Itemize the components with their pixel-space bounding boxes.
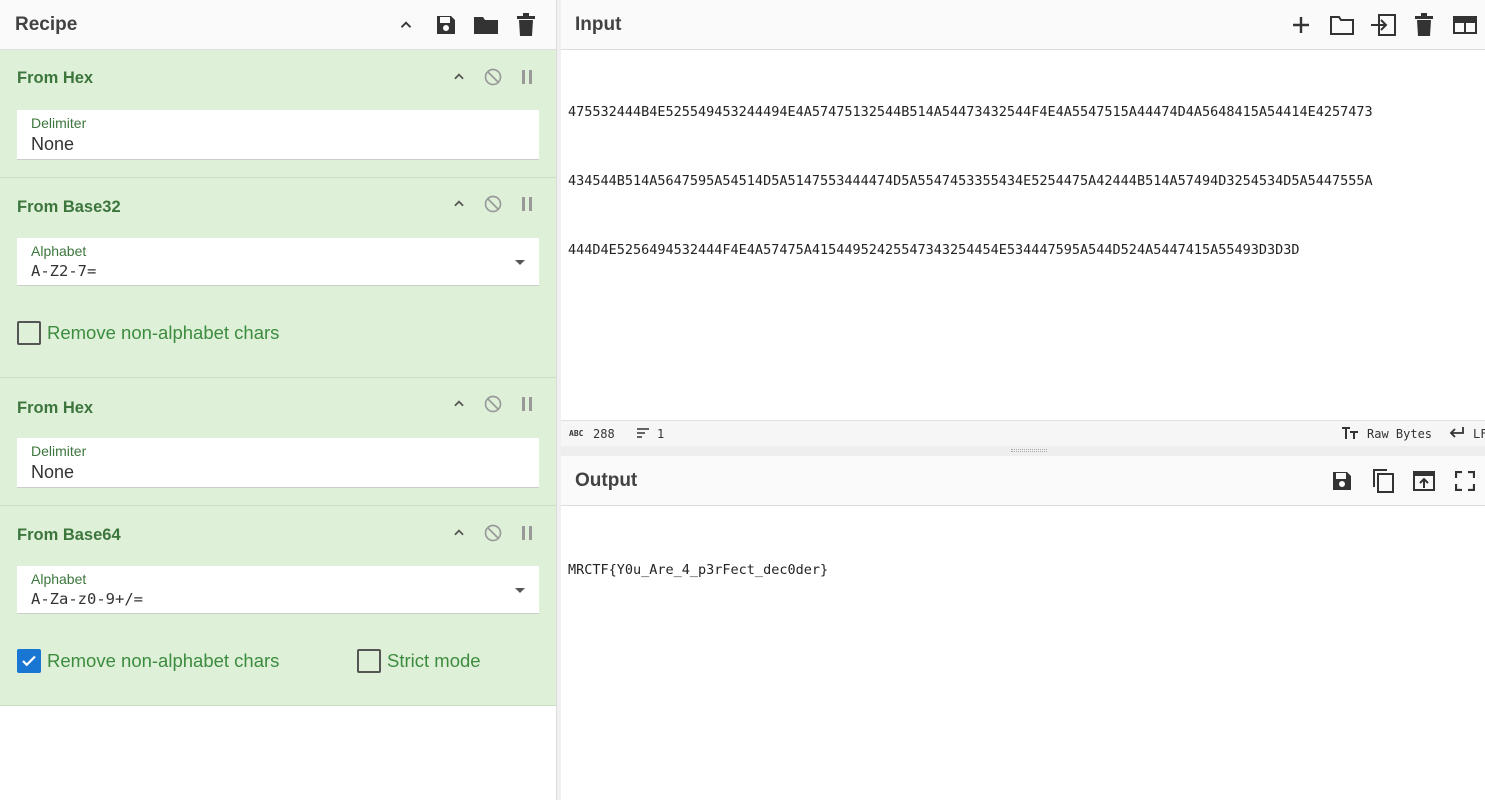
copy-icon[interactable] [1367, 465, 1399, 497]
input-pane: Input 475532444B4E525549453244494E4A5747… [561, 0, 1485, 446]
strict-mode-checkbox[interactable]: Strict mode [357, 649, 481, 673]
input-icon[interactable] [1367, 9, 1399, 41]
output-textarea[interactable]: MRCTF{Y0u_Are_4_p3rFect_dec0der} [568, 513, 828, 628]
operation-from-hex[interactable]: From Hex Delimiter None [0, 50, 556, 178]
save-icon[interactable] [1326, 465, 1358, 497]
trash-icon[interactable] [1408, 9, 1440, 41]
folder-icon[interactable] [1326, 9, 1358, 41]
checkbox-label: Strict mode [387, 650, 481, 671]
field-value: None [31, 462, 75, 482]
recipe-pane: Recipe From Hex Delimiter None From Base… [0, 0, 557, 800]
field-label: Delimiter [31, 115, 87, 131]
input-length: 288 [593, 427, 615, 441]
chevron-down-icon[interactable] [515, 260, 525, 265]
open-in-input-icon[interactable] [1408, 465, 1440, 497]
length-icon: ABC [569, 429, 584, 438]
input-line: 434544B514A5647595A54514D5A5147553444474… [568, 173, 1373, 189]
layout-icon[interactable] [1449, 9, 1481, 41]
output-text: MRCTF{Y0u_Are_4_p3rFect_dec0der} [568, 562, 829, 578]
disable-icon[interactable] [481, 192, 505, 216]
chevron-up-icon[interactable] [447, 65, 471, 89]
delimiter-field[interactable]: Delimiter None [17, 110, 539, 160]
operation-from-hex[interactable]: From Hex Delimiter None [0, 378, 556, 506]
lines-icon [636, 427, 650, 442]
input-title: Input [575, 13, 622, 35]
disable-icon[interactable] [481, 392, 505, 416]
field-label: Alphabet [31, 571, 87, 587]
remove-non-alphabet-checkbox[interactable]: Remove non-alphabet chars [17, 649, 279, 673]
io-splitter[interactable] [561, 446, 1485, 456]
input-encoding[interactable]: Raw Bytes [1367, 427, 1432, 441]
field-value: A-Z2-7= [31, 262, 97, 280]
eol-icon[interactable] [1449, 425, 1465, 442]
chevron-up-icon[interactable] [447, 392, 471, 416]
plus-icon[interactable] [1285, 9, 1317, 41]
check-icon [22, 655, 36, 667]
trash-icon[interactable] [512, 11, 540, 39]
pause-icon[interactable] [515, 65, 539, 89]
checkbox-label: Remove non-alphabet chars [47, 650, 280, 671]
field-label: Delimiter [31, 443, 87, 459]
field-value: None [31, 134, 75, 154]
operation-from-base32[interactable]: From Base32 Alphabet A-Z2-7= Remove non-… [0, 178, 556, 378]
checkbox-box[interactable] [17, 649, 41, 673]
operation-from-base64[interactable]: From Base64 Alphabet A-Za-z0-9+/= Remove… [0, 506, 556, 706]
alphabet-select[interactable]: Alphabet A-Za-z0-9+/= [17, 566, 539, 614]
save-icon[interactable] [432, 11, 460, 39]
alphabet-select[interactable]: Alphabet A-Z2-7= [17, 238, 539, 286]
delimiter-field[interactable]: Delimiter None [17, 438, 539, 488]
chevron-up-icon[interactable] [447, 192, 471, 216]
checkbox-box[interactable] [357, 649, 381, 673]
pause-icon[interactable] [515, 521, 539, 545]
maximize-icon[interactable] [1449, 465, 1481, 497]
checkbox-box[interactable] [17, 321, 41, 345]
input-status-bar: ABC 288 1 Raw Bytes LF [561, 420, 1485, 446]
remove-non-alphabet-checkbox[interactable]: Remove non-alphabet chars [17, 321, 279, 345]
operation-title: From Hex [17, 69, 94, 87]
disable-icon[interactable] [481, 521, 505, 545]
recipe-title: Recipe [15, 13, 78, 35]
operation-title: From Hex [17, 399, 94, 417]
chevron-up-icon[interactable] [392, 11, 420, 39]
pause-icon[interactable] [515, 392, 539, 416]
pause-icon[interactable] [515, 192, 539, 216]
splitter-handle[interactable] [1011, 449, 1047, 452]
input-lines-count: 1 [657, 427, 665, 441]
chevron-up-icon[interactable] [447, 521, 471, 545]
field-label: Alphabet [31, 243, 87, 259]
checkbox-label: Remove non-alphabet chars [47, 322, 280, 343]
output-pane: Output MRCTF{Y0u_Are_4_p3rFect_dec0der} [561, 456, 1485, 800]
input-line: 475532444B4E525549453244494E4A5747513254… [568, 104, 1373, 120]
output-title: Output [575, 469, 638, 491]
folder-icon[interactable] [472, 11, 500, 39]
operation-title: From Base64 [17, 526, 121, 544]
disable-icon[interactable] [481, 65, 505, 89]
operation-title: From Base32 [17, 198, 121, 216]
field-value: A-Za-z0-9+/= [31, 590, 143, 608]
input-textarea[interactable]: 475532444B4E525549453244494E4A5747513254… [568, 55, 1373, 308]
input-line: 444D4E5256494532444F4E4A57475A4154495242… [568, 242, 1300, 258]
text-encoding-icon[interactable] [1341, 426, 1359, 443]
input-eol[interactable]: LF [1473, 427, 1485, 441]
chevron-down-icon[interactable] [515, 588, 525, 593]
